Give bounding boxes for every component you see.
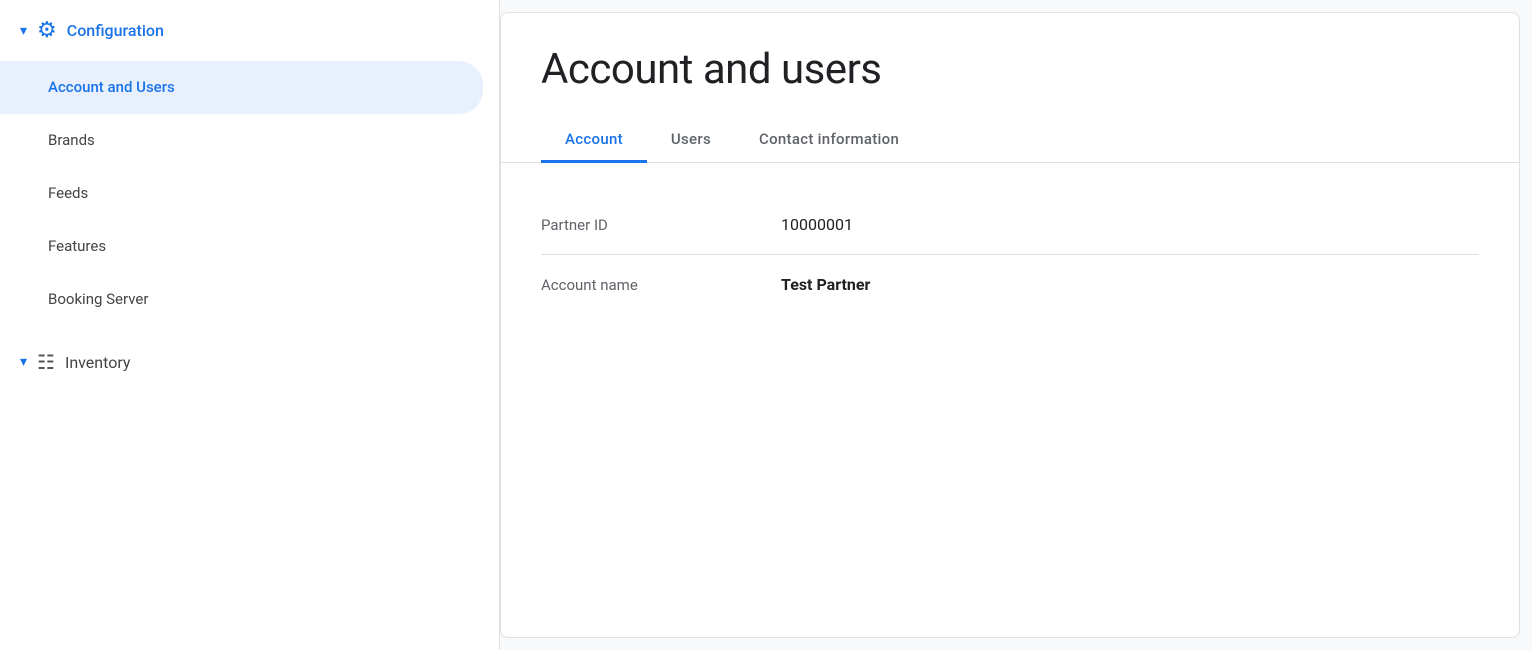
- configuration-label: Configuration: [67, 21, 164, 40]
- sidebar-item-features[interactable]: Features: [0, 220, 483, 273]
- tab-content-account: Partner ID 10000001 Account name Test Pa…: [501, 163, 1519, 637]
- partner-id-value: 10000001: [781, 215, 853, 234]
- sidebar-item-brands[interactable]: Brands: [0, 114, 483, 167]
- page-title: Account and users: [501, 13, 1519, 118]
- chevron-down-icon: ▾: [20, 23, 27, 39]
- tab-contact-information[interactable]: Contact information: [735, 118, 923, 163]
- inventory-icon: ☷: [37, 350, 55, 374]
- sidebar-item-booking-server[interactable]: Booking Server: [0, 273, 483, 326]
- sidebar: ▾ ⚙ Configuration Account and Users Bran…: [0, 0, 500, 650]
- chevron-down-icon-inventory: ▾: [20, 354, 27, 370]
- account-name-row: Account name Test Partner: [541, 255, 1479, 314]
- sidebar-item-account-and-users[interactable]: Account and Users: [0, 61, 483, 114]
- partner-id-label: Partner ID: [541, 216, 701, 234]
- account-name-value: Test Partner: [781, 275, 870, 294]
- sidebar-item-feeds[interactable]: Feeds: [0, 167, 483, 220]
- gear-icon: ⚙: [37, 18, 57, 43]
- inventory-label: Inventory: [65, 353, 131, 372]
- configuration-section[interactable]: ▾ ⚙ Configuration: [0, 0, 499, 61]
- main-content: Account and users Account Users Contact …: [500, 12, 1520, 638]
- tabs-bar: Account Users Contact information: [501, 118, 1519, 163]
- inventory-section[interactable]: ▾ ☷ Inventory: [0, 334, 499, 390]
- tab-users[interactable]: Users: [647, 118, 735, 163]
- partner-id-row: Partner ID 10000001: [541, 195, 1479, 255]
- account-name-label: Account name: [541, 276, 701, 294]
- tab-account[interactable]: Account: [541, 118, 647, 163]
